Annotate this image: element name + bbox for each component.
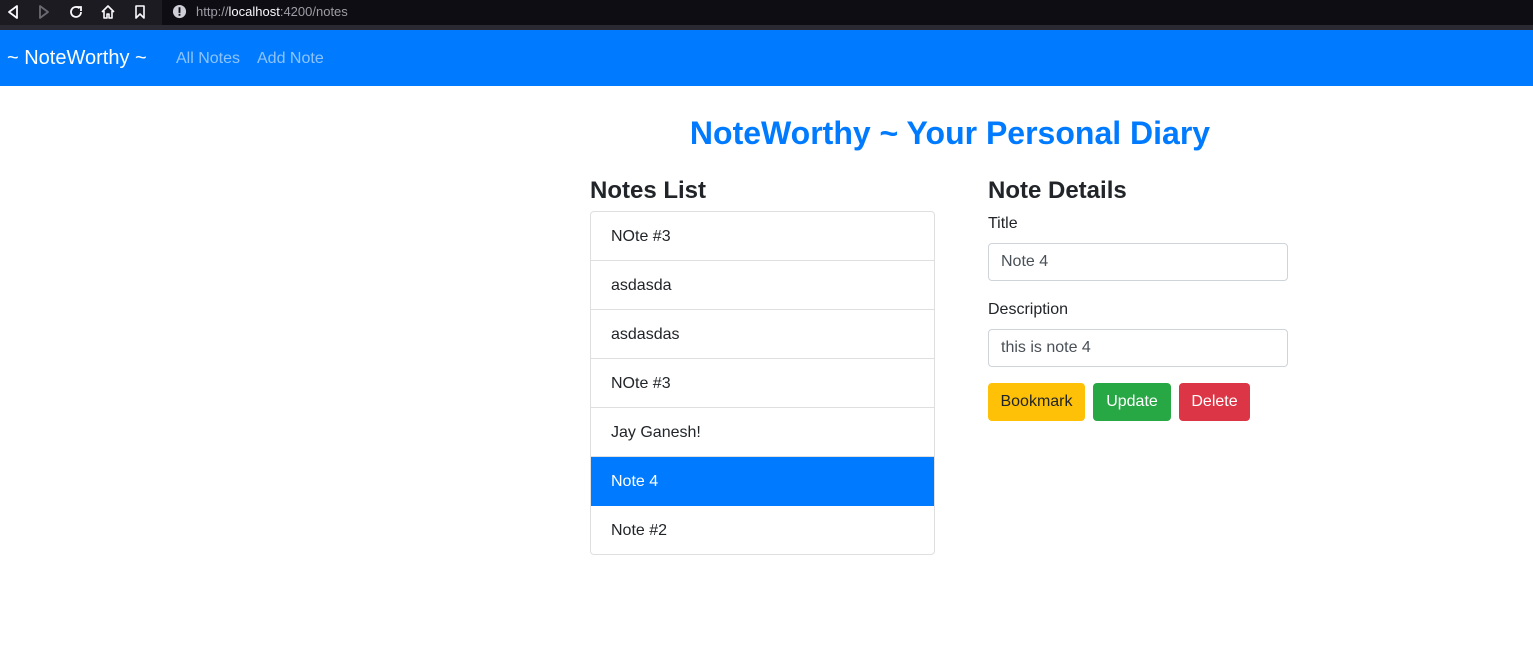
note-details-heading: Note Details [988, 177, 1127, 204]
list-item[interactable]: Jay Ganesh! [591, 408, 934, 457]
nav-link-all-notes[interactable]: All Notes [176, 49, 240, 68]
home-icon[interactable] [98, 2, 118, 22]
delete-button[interactable]: Delete [1179, 383, 1250, 421]
url-text[interactable]: http://localhost:4200/notes [196, 4, 348, 20]
description-input[interactable] [988, 329, 1288, 367]
update-button[interactable]: Update [1093, 383, 1171, 421]
url-prefix: http:// [196, 4, 229, 19]
forward-icon[interactable] [34, 2, 54, 22]
navbar-brand[interactable]: ~ NoteWorthy ~ [7, 46, 147, 70]
page-title: NoteWorthy ~ Your Personal Diary [689, 115, 1211, 151]
url-host: localhost [228, 4, 280, 19]
browser-toolbar: http://localhost:4200/notes [0, 0, 1533, 30]
description-label: Description [988, 301, 1069, 318]
notes-list-heading: Notes List [590, 177, 707, 204]
list-item[interactable]: asdasdas [591, 310, 934, 359]
url-bar[interactable] [162, 0, 1533, 25]
navbar: ~ NoteWorthy ~ All Notes Add Note [0, 30, 1533, 86]
back-icon[interactable] [3, 2, 23, 22]
bookmark-button[interactable]: Bookmark [988, 383, 1085, 421]
bookmark-icon[interactable] [130, 2, 150, 22]
list-item[interactable]: NOte #3 [591, 212, 934, 261]
list-item[interactable]: NOte #3 [591, 359, 934, 408]
title-input[interactable] [988, 243, 1288, 281]
list-item-active[interactable]: Note 4 [591, 457, 934, 506]
title-label: Title [988, 215, 1018, 232]
list-item[interactable]: asdasda [591, 261, 934, 310]
list-item[interactable]: Note #2 [591, 506, 934, 554]
nav-link-add-note[interactable]: Add Note [257, 49, 324, 68]
url-rest: :4200/notes [279, 4, 348, 19]
notes-list: NOte #3 asdasda asdasdas NOte #3 Jay Gan… [590, 211, 935, 555]
reload-icon[interactable] [66, 2, 86, 22]
info-icon[interactable] [172, 4, 187, 19]
